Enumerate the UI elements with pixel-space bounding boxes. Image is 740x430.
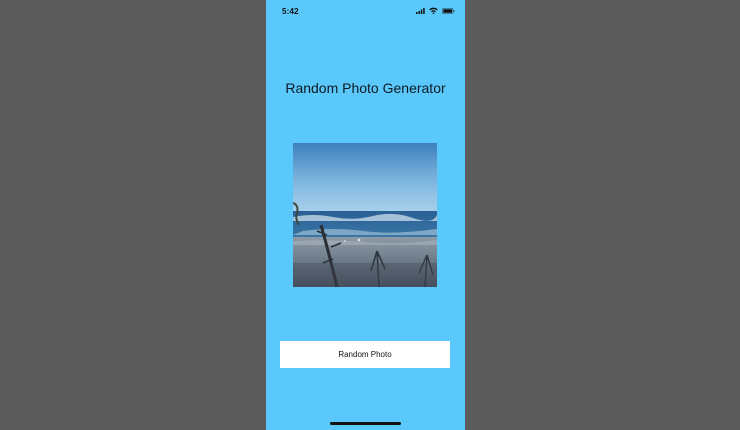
home-indicator	[330, 422, 401, 425]
wifi-icon	[429, 7, 438, 14]
status-icons	[416, 7, 455, 14]
status-time: 5:42	[282, 7, 299, 16]
beach-photo-icon	[293, 143, 437, 287]
app-canvas: 5:42 Random Photo Generator Random Photo	[0, 0, 740, 430]
random-photo-button[interactable]: Random Photo	[280, 341, 450, 368]
status-bar: 5:42	[266, 0, 465, 24]
signal-icon	[416, 7, 425, 14]
battery-icon	[442, 7, 455, 14]
phone-screen: 5:42 Random Photo Generator Random Photo	[266, 0, 465, 430]
random-photo-image	[293, 143, 437, 287]
page-title: Random Photo Generator	[285, 80, 446, 96]
